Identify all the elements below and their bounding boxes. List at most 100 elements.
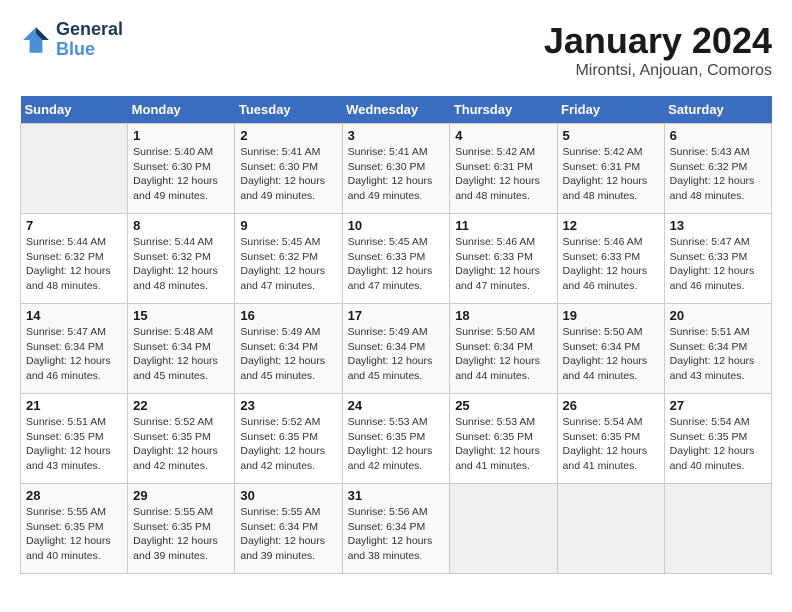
day-info: Sunrise: 5:52 AM Sunset: 6:35 PM Dayligh… (133, 415, 229, 474)
calendar-cell: 11Sunrise: 5:46 AM Sunset: 6:33 PM Dayli… (450, 214, 557, 304)
day-info: Sunrise: 5:40 AM Sunset: 6:30 PM Dayligh… (133, 145, 229, 204)
calendar-week-row: 21Sunrise: 5:51 AM Sunset: 6:35 PM Dayli… (21, 394, 772, 484)
calendar-cell: 29Sunrise: 5:55 AM Sunset: 6:35 PM Dayli… (128, 484, 235, 574)
logo-text: General Blue (56, 20, 123, 60)
day-number: 23 (240, 398, 336, 413)
day-info: Sunrise: 5:49 AM Sunset: 6:34 PM Dayligh… (348, 325, 445, 384)
day-number: 24 (348, 398, 445, 413)
calendar-cell (557, 484, 664, 574)
day-info: Sunrise: 5:54 AM Sunset: 6:35 PM Dayligh… (670, 415, 766, 474)
location-subtitle: Mirontsi, Anjouan, Comoros (544, 62, 772, 80)
calendar-cell: 2Sunrise: 5:41 AM Sunset: 6:30 PM Daylig… (235, 124, 342, 214)
calendar-cell: 16 Sunrise: 5:49 AM Sunset: 6:34 PM Dayli… (235, 304, 342, 394)
day-info: Sunrise: 5:47 AM Sunset: 6:34 PM Dayligh… (26, 325, 122, 384)
calendar-cell: 6 Sunrise: 5:43 AM Sunset: 6:32 PM Daylig… (664, 124, 771, 214)
day-number: 6 (670, 128, 766, 143)
day-number: 16 (240, 308, 336, 323)
weekday-header: Thursday (450, 96, 557, 124)
calendar-table: SundayMondayTuesdayWednesdayThursdayFrid… (20, 96, 772, 574)
day-info: Sunrise: 5:49 AM Sunset: 6:34 PM Dayligh… (240, 325, 336, 384)
calendar-cell: 18 Sunrise: 5:50 AM Sunset: 6:34 PM Dayli… (450, 304, 557, 394)
calendar-cell: 12 Sunrise: 5:46 AM Sunset: 6:33 PM Dayli… (557, 214, 664, 304)
day-number: 20 (670, 308, 766, 323)
calendar-cell: 24 Sunrise: 5:53 AM Sunset: 6:35 PM Dayli… (342, 394, 450, 484)
logo-icon (20, 24, 52, 56)
day-number: 12 (563, 218, 659, 233)
calendar-cell: 20 Sunrise: 5:51 AM Sunset: 6:34 PM Dayli… (664, 304, 771, 394)
month-title: January 2024 (544, 20, 772, 62)
day-info: Sunrise: 5:54 AM Sunset: 6:35 PM Dayligh… (563, 415, 659, 474)
day-number: 8 (133, 218, 229, 233)
calendar-cell: 30 Sunrise: 5:55 AM Sunset: 6:34 PM Dayli… (235, 484, 342, 574)
calendar-cell: 4Sunrise: 5:42 AM Sunset: 6:31 PM Daylig… (450, 124, 557, 214)
weekday-header: Sunday (21, 96, 128, 124)
calendar-cell: 7Sunrise: 5:44 AM Sunset: 6:32 PM Daylig… (21, 214, 128, 304)
calendar-cell: 13 Sunrise: 5:47 AM Sunset: 6:33 PM Dayli… (664, 214, 771, 304)
day-number: 22 (133, 398, 229, 413)
calendar-header-row: SundayMondayTuesdayWednesdayThursdayFrid… (21, 96, 772, 124)
day-number: 14 (26, 308, 122, 323)
calendar-cell: 27 Sunrise: 5:54 AM Sunset: 6:35 PM Dayli… (664, 394, 771, 484)
day-number: 17 (348, 308, 445, 323)
calendar-cell: 9 Sunrise: 5:45 AM Sunset: 6:32 PM Daylig… (235, 214, 342, 304)
calendar-week-row: 14 Sunrise: 5:47 AM Sunset: 6:34 PM Dayli… (21, 304, 772, 394)
day-number: 31 (348, 488, 445, 503)
page-header: General Blue January 2024 Mirontsi, Anjo… (20, 20, 772, 80)
day-number: 4 (455, 128, 551, 143)
weekday-header: Tuesday (235, 96, 342, 124)
weekday-header: Wednesday (342, 96, 450, 124)
calendar-cell: 19Sunrise: 5:50 AM Sunset: 6:34 PM Dayli… (557, 304, 664, 394)
day-info: Sunrise: 5:43 AM Sunset: 6:32 PM Dayligh… (670, 145, 766, 204)
day-number: 5 (563, 128, 659, 143)
day-info: Sunrise: 5:47 AM Sunset: 6:33 PM Dayligh… (670, 235, 766, 294)
day-number: 11 (455, 218, 551, 233)
day-info: Sunrise: 5:56 AM Sunset: 6:34 PM Dayligh… (348, 505, 445, 564)
calendar-cell (450, 484, 557, 574)
calendar-cell (21, 124, 128, 214)
day-number: 27 (670, 398, 766, 413)
day-info: Sunrise: 5:51 AM Sunset: 6:34 PM Dayligh… (670, 325, 766, 384)
day-info: Sunrise: 5:51 AM Sunset: 6:35 PM Dayligh… (26, 415, 122, 474)
day-info: Sunrise: 5:44 AM Sunset: 6:32 PM Dayligh… (26, 235, 122, 294)
calendar-cell: 15 Sunrise: 5:48 AM Sunset: 6:34 PM Dayli… (128, 304, 235, 394)
day-info: Sunrise: 5:41 AM Sunset: 6:30 PM Dayligh… (348, 145, 445, 204)
calendar-cell: 10 Sunrise: 5:45 AM Sunset: 6:33 PM Dayli… (342, 214, 450, 304)
day-number: 2 (240, 128, 336, 143)
day-number: 26 (563, 398, 659, 413)
day-info: Sunrise: 5:46 AM Sunset: 6:33 PM Dayligh… (563, 235, 659, 294)
day-number: 28 (26, 488, 122, 503)
weekday-header: Monday (128, 96, 235, 124)
day-number: 9 (240, 218, 336, 233)
day-number: 1 (133, 128, 229, 143)
calendar-cell: 23 Sunrise: 5:52 AM Sunset: 6:35 PM Dayli… (235, 394, 342, 484)
day-info: Sunrise: 5:48 AM Sunset: 6:34 PM Dayligh… (133, 325, 229, 384)
calendar-cell: 3 Sunrise: 5:41 AM Sunset: 6:30 PM Daylig… (342, 124, 450, 214)
title-block: January 2024 Mirontsi, Anjouan, Comoros (544, 20, 772, 80)
weekday-header: Friday (557, 96, 664, 124)
logo: General Blue (20, 20, 123, 60)
weekday-header: Saturday (664, 96, 771, 124)
calendar-cell: 22 Sunrise: 5:52 AM Sunset: 6:35 PM Dayli… (128, 394, 235, 484)
day-info: Sunrise: 5:52 AM Sunset: 6:35 PM Dayligh… (240, 415, 336, 474)
day-info: Sunrise: 5:55 AM Sunset: 6:35 PM Dayligh… (26, 505, 122, 564)
day-number: 3 (348, 128, 445, 143)
calendar-week-row: 7Sunrise: 5:44 AM Sunset: 6:32 PM Daylig… (21, 214, 772, 304)
calendar-cell: 5Sunrise: 5:42 AM Sunset: 6:31 PM Daylig… (557, 124, 664, 214)
calendar-cell: 31 Sunrise: 5:56 AM Sunset: 6:34 PM Dayli… (342, 484, 450, 574)
day-number: 15 (133, 308, 229, 323)
day-info: Sunrise: 5:55 AM Sunset: 6:34 PM Dayligh… (240, 505, 336, 564)
day-number: 25 (455, 398, 551, 413)
day-info: Sunrise: 5:45 AM Sunset: 6:32 PM Dayligh… (240, 235, 336, 294)
calendar-cell: 1 Sunrise: 5:40 AM Sunset: 6:30 PM Daylig… (128, 124, 235, 214)
day-info: Sunrise: 5:50 AM Sunset: 6:34 PM Dayligh… (455, 325, 551, 384)
day-number: 30 (240, 488, 336, 503)
calendar-body: 1 Sunrise: 5:40 AM Sunset: 6:30 PM Daylig… (21, 124, 772, 574)
day-info: Sunrise: 5:53 AM Sunset: 6:35 PM Dayligh… (348, 415, 445, 474)
day-number: 10 (348, 218, 445, 233)
day-info: Sunrise: 5:45 AM Sunset: 6:33 PM Dayligh… (348, 235, 445, 294)
day-number: 19 (563, 308, 659, 323)
calendar-week-row: 28 Sunrise: 5:55 AM Sunset: 6:35 PM Dayli… (21, 484, 772, 574)
day-number: 18 (455, 308, 551, 323)
day-number: 13 (670, 218, 766, 233)
day-info: Sunrise: 5:53 AM Sunset: 6:35 PM Dayligh… (455, 415, 551, 474)
